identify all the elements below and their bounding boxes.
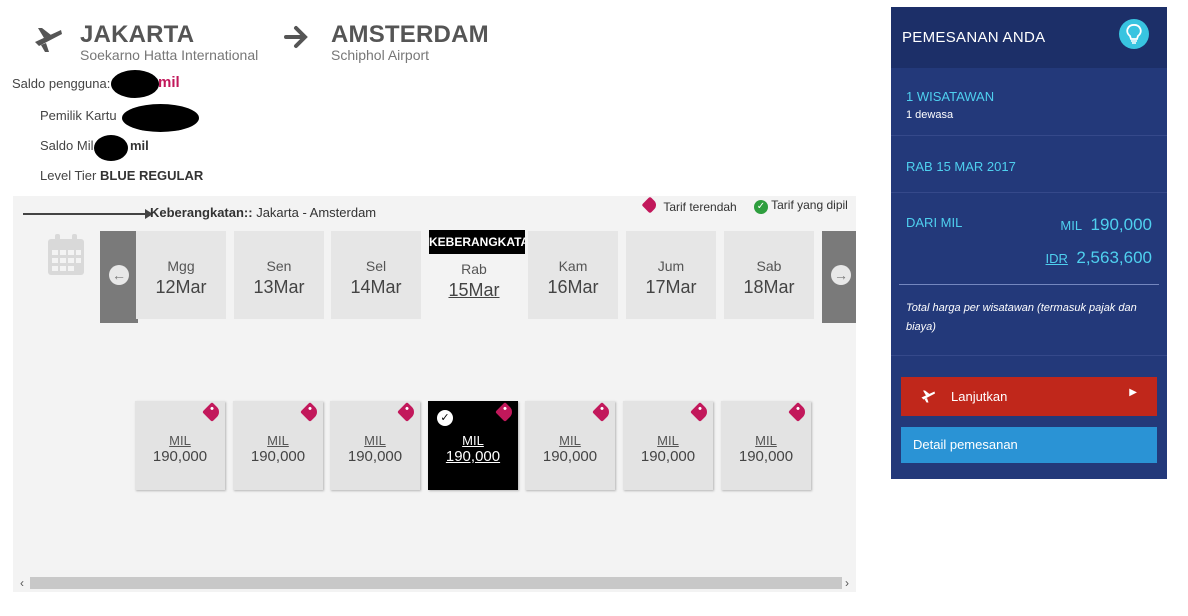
- check-circle-icon: ✓: [754, 200, 768, 214]
- travelers-section: 1 WISATAWAN 1 dewasa: [891, 68, 1167, 136]
- price-section: DARI MIL MIL 190,000 IDR 2,563,600: [891, 193, 1167, 283]
- origin-airport: Soekarno Hatta International: [80, 47, 259, 63]
- continue-label: Lanjutkan: [951, 389, 1008, 404]
- divider: [899, 284, 1159, 285]
- price-tag-icon: [495, 402, 515, 422]
- travelers-detail: 1 dewasa: [906, 109, 954, 121]
- direction-arrow-icon: [23, 207, 155, 225]
- saldo-unit: mil: [158, 74, 180, 91]
- calendar-icon[interactable]: [47, 234, 85, 281]
- fare-card[interactable]: MIL 190,000: [721, 401, 811, 490]
- direction-heading: Keberangkatan:: Jakarta - Amsterdam: [150, 205, 376, 220]
- user-saldo: Saldo pengguna:: [12, 76, 110, 91]
- origin-city: JAKARTA: [80, 21, 195, 48]
- tier-row: Level Tier BLUE REGULAR: [40, 168, 203, 183]
- redacted-saldo: [111, 70, 159, 98]
- scroll-right-icon[interactable]: ›: [840, 575, 854, 592]
- caret-right-icon: ▶: [1129, 387, 1137, 398]
- scrollbar-thumb[interactable]: [30, 577, 842, 589]
- miles-unit: mil: [130, 138, 149, 153]
- lightbulb-icon[interactable]: [1119, 19, 1149, 49]
- day-card[interactable]: Sen 13Mar: [234, 231, 324, 319]
- prev-week-button[interactable]: ←: [100, 231, 138, 323]
- arrow-left-icon: ←: [109, 265, 129, 285]
- date-section: RAB 15 MAR 2017: [891, 136, 1167, 193]
- day-card[interactable]: Jum 17Mar: [626, 231, 716, 319]
- scroll-left-icon[interactable]: ‹: [15, 575, 29, 592]
- fare-card[interactable]: MIL 190,000: [233, 401, 323, 490]
- arrow-right-icon: [284, 25, 310, 54]
- day-card[interactable]: Kam 16Mar: [528, 231, 618, 319]
- horizontal-scrollbar[interactable]: ‹ ›: [13, 575, 856, 592]
- day-card[interactable]: Sab 18Mar: [724, 231, 814, 319]
- price-tag-icon: [690, 402, 710, 422]
- price-tag-icon: [641, 196, 659, 214]
- price-note: Total harga per wisatawan (termasuk paja…: [906, 302, 1137, 333]
- fare-card-selected[interactable]: ✓ MIL 190,000: [428, 401, 518, 490]
- saldo-label: Saldo pengguna:: [12, 76, 111, 91]
- dest-airport: Schiphol Airport: [331, 47, 430, 63]
- departure-tooltip: KEBERANGKATAN: [429, 230, 525, 254]
- route-header: JAKARTA Soekarno Hatta International AMS…: [0, 0, 880, 75]
- fare-card[interactable]: MIL 190,000: [525, 401, 615, 490]
- continue-button[interactable]: Lanjutkan ▶: [901, 377, 1157, 416]
- price-tag-icon: [592, 402, 612, 422]
- plane-icon: [920, 389, 936, 406]
- legend-lowest: Tarif terendah: [641, 196, 737, 214]
- plane-icon: [33, 25, 63, 53]
- from-label: DARI MIL: [906, 215, 963, 230]
- price-tag-icon: [202, 402, 222, 422]
- dest-city: AMSTERDAM: [331, 21, 489, 48]
- fare-card[interactable]: MIL 190,000: [623, 401, 713, 490]
- redacted-miles: [94, 135, 128, 161]
- travelers-count: 1 WISATAWAN: [906, 89, 995, 104]
- price-tag-icon: [300, 402, 320, 422]
- tier-value: BLUE REGULAR: [100, 168, 204, 183]
- fare-card[interactable]: MIL 190,000: [330, 401, 420, 490]
- next-week-button[interactable]: →: [822, 231, 856, 323]
- card-owner-label: Pemilik Kartu: [40, 108, 117, 123]
- arrow-right-circle-icon: →: [831, 265, 851, 285]
- day-card[interactable]: Sel 14Mar: [331, 231, 421, 319]
- divider: [891, 355, 1167, 356]
- fare-card[interactable]: MIL 190,000: [135, 401, 225, 490]
- miles-label: Saldo Mil: [40, 138, 94, 153]
- booking-summary-sidebar: PEMESANAN ANDA 1 WISATAWAN 1 dewasa RAB …: [891, 7, 1167, 479]
- legend-selected: ✓ Tarif yang dipil: [754, 198, 848, 214]
- direction-route: Jakarta - Amsterdam: [256, 205, 377, 220]
- details-label: Detail pemesanan: [913, 437, 1018, 452]
- redacted-card-owner: [122, 104, 199, 132]
- price-tag-icon: [397, 402, 417, 422]
- flight-selection-panel: Keberangkatan:: Jakarta - Amsterdam Tari…: [13, 196, 856, 592]
- booking-details-button[interactable]: Detail pemesanan: [901, 427, 1157, 463]
- tier-label: Level Tier: [40, 168, 97, 183]
- mil-price: MIL 190,000: [1060, 215, 1152, 234]
- idr-price: IDR 2,563,600: [1045, 248, 1152, 267]
- check-icon: ✓: [437, 410, 453, 426]
- direction-label: Keberangkatan::: [150, 205, 253, 220]
- travel-date: RAB 15 MAR 2017: [906, 159, 1016, 174]
- sidebar-title: PEMESANAN ANDA: [902, 29, 1046, 46]
- day-card[interactable]: Mgg 12Mar: [136, 231, 226, 319]
- price-tag-icon: [788, 402, 808, 422]
